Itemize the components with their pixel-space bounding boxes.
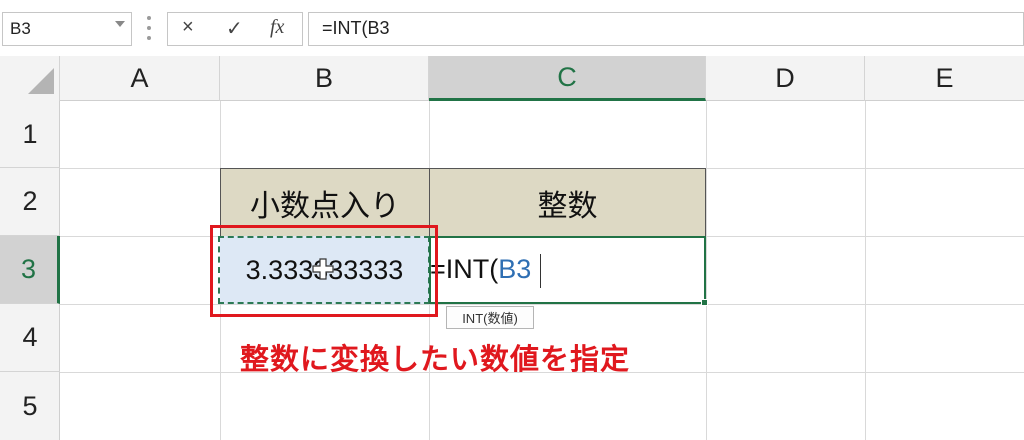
chevron-down-icon[interactable] (115, 21, 125, 27)
row-header-2[interactable]: 2 (0, 168, 60, 236)
row-header-5[interactable]: 5 (0, 372, 60, 440)
row-header-1[interactable]: 1 (0, 101, 60, 168)
cell-c2[interactable]: 整数 (429, 168, 706, 237)
column-header-b[interactable]: B (220, 56, 429, 101)
function-tooltip[interactable]: INT(数値) (446, 306, 534, 329)
row-header-3[interactable]: 3 (0, 236, 60, 304)
formula-reference: B3 (498, 254, 532, 284)
cancel-icon[interactable]: × (182, 16, 194, 39)
formula-input[interactable] (308, 12, 1024, 46)
gridline (60, 304, 1024, 305)
column-header-e[interactable]: E (865, 56, 1024, 101)
select-all-icon (28, 68, 54, 94)
fill-handle[interactable] (701, 299, 708, 306)
cell-c3-formula: =INT(B3 (430, 254, 531, 285)
column-header-a[interactable]: A (60, 56, 220, 101)
highlight-box (210, 225, 438, 317)
more-options-icon[interactable] (147, 16, 151, 40)
enter-icon[interactable]: ✓ (226, 16, 243, 41)
gridline (865, 101, 866, 440)
annotation-text: 整数に変換したい数値を指定 (240, 344, 631, 376)
insert-function-icon[interactable]: fx (270, 16, 284, 39)
gridline (706, 101, 707, 440)
text-caret (540, 254, 541, 288)
name-box-value: B3 (10, 19, 31, 38)
column-header-c[interactable]: C (429, 56, 706, 101)
formula-text: =INT(B3 (322, 18, 390, 38)
column-header-d[interactable]: D (706, 56, 865, 101)
formula-prefix: =INT( (430, 254, 499, 284)
row-header-4[interactable]: 4 (0, 304, 60, 372)
